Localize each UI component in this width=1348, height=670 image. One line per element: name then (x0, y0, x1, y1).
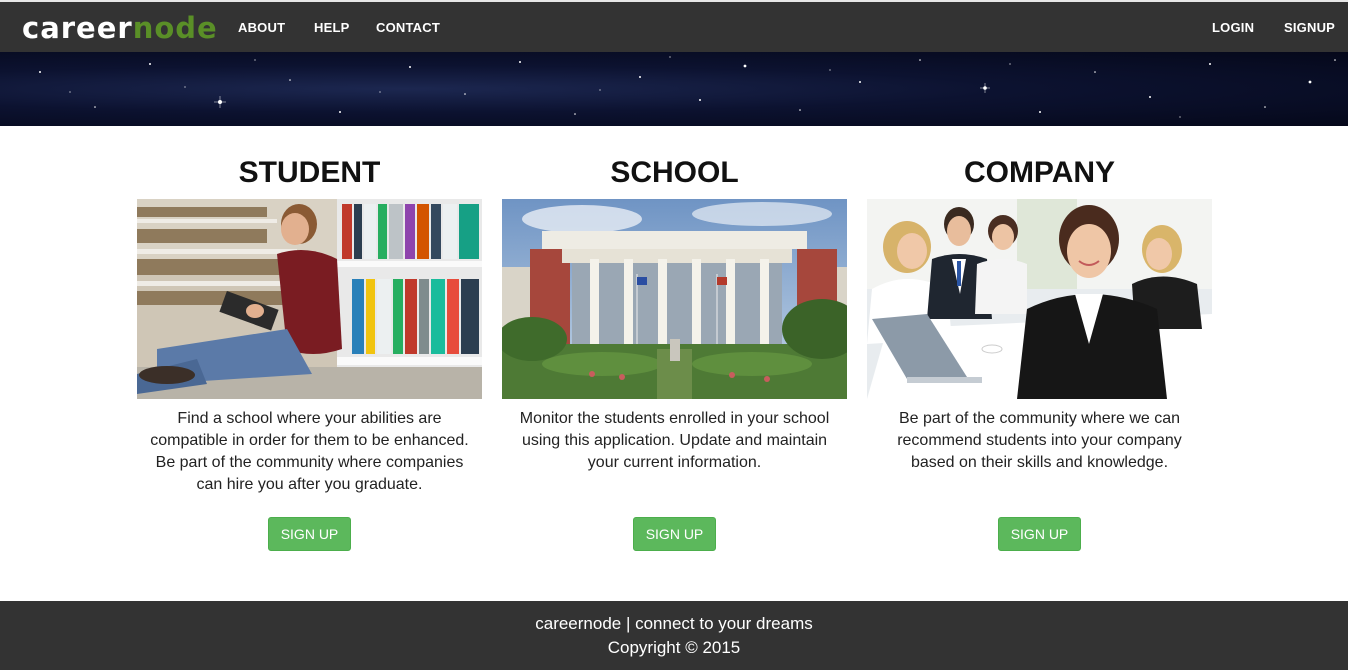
navbar: career node ABOUT HELP CONTACT LOGIN SIGN… (0, 0, 1348, 52)
footer: careernode | connect to your dreams Copy… (0, 601, 1348, 670)
card-description-school: Monitor the students enrolled in your sc… (519, 410, 830, 471)
nav-about-link[interactable]: ABOUT (238, 20, 285, 35)
brand-logo[interactable]: career node (22, 10, 218, 46)
company-card: COMPANY Be part of the community where w… (867, 150, 1212, 551)
school-card: SCHOOL Monitor the students enrolled in … (502, 150, 847, 551)
footer-copyright: Copyright © 2015 (607, 638, 741, 657)
brand-text-node: node (132, 11, 218, 45)
company-photo (867, 199, 1212, 399)
starfield-banner (0, 52, 1348, 126)
nav-login-link[interactable]: LOGIN (1212, 20, 1254, 35)
card-title-student: STUDENT (238, 156, 381, 189)
stars-graphic (39, 56, 1336, 118)
brand-text-career: career (22, 11, 133, 45)
student-signup-button[interactable]: SIGN UP (268, 517, 351, 551)
company-signup-button[interactable]: SIGN UP (998, 517, 1081, 551)
school-signup-button[interactable]: SIGN UP (633, 517, 716, 551)
card-description-student: Find a school where your abilities are c… (150, 410, 469, 493)
card-title-company: COMPANY (963, 156, 1116, 189)
footer-tagline: careernode | connect to your dreams (535, 614, 813, 633)
nav-contact-link[interactable]: CONTACT (376, 20, 440, 35)
card-title-school: SCHOOL (610, 156, 739, 189)
nav-help-link[interactable]: HELP (314, 20, 349, 35)
nav-signup-link[interactable]: SIGNUP (1284, 20, 1335, 35)
card-description-company: Be part of the community where we can re… (897, 410, 1182, 471)
student-photo (137, 199, 482, 399)
student-card: STUDENT Find a school where your abiliti… (137, 150, 482, 551)
school-photo (502, 199, 847, 399)
